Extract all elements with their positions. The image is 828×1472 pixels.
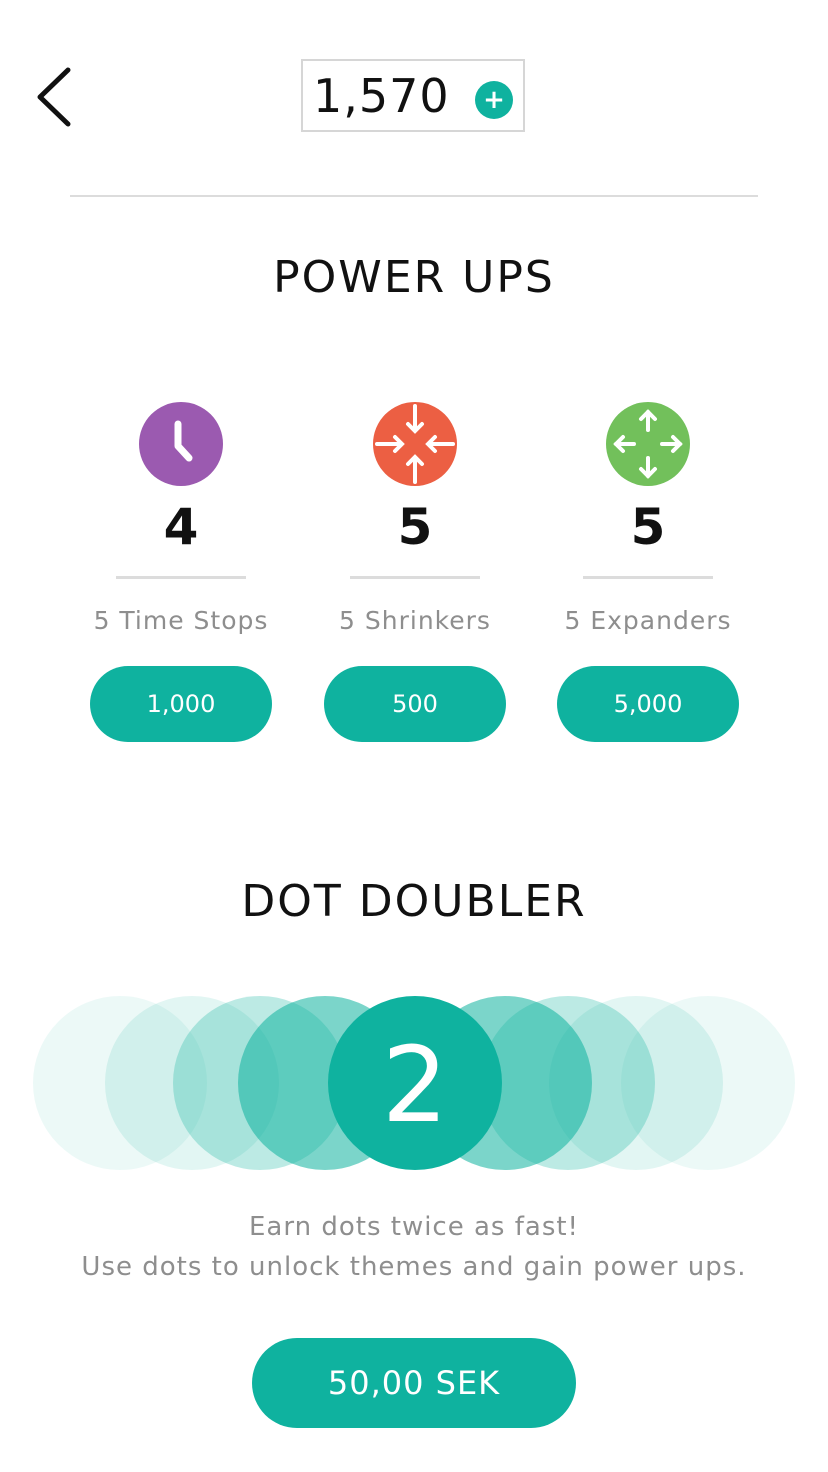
clock-icon: [139, 402, 223, 486]
multiplier-value: 2: [382, 1024, 448, 1146]
buy-time-stops-button[interactable]: 1,000: [90, 666, 272, 742]
shrink-arrows-icon: [373, 402, 457, 486]
buy-dot-doubler-button[interactable]: 50,00 SEK: [252, 1338, 576, 1428]
buy-expanders-button[interactable]: 5,000: [557, 666, 739, 742]
add-dots-button[interactable]: +: [475, 81, 513, 119]
powerup-expanders: 5 5 Expanders 5,000: [531, 402, 765, 747]
powerup-count: 5: [397, 498, 433, 556]
dots-balance: 1,570 +: [301, 59, 525, 132]
dot-doubler-description-line2: Use dots to unlock themes and gain power…: [81, 1252, 747, 1282]
divider: [350, 576, 480, 579]
powerup-count: 4: [163, 498, 199, 556]
powerups-title: POWER UPS: [273, 252, 555, 303]
powerup-count: 5: [630, 498, 666, 556]
powerup-time-stops: 4 5 Time Stops 1,000: [64, 402, 298, 747]
dot-doubler-description-line1: Earn dots twice as fast!: [249, 1212, 579, 1242]
back-button[interactable]: [30, 62, 84, 132]
divider: [116, 576, 246, 579]
powerup-description: 5 Shrinkers: [339, 606, 491, 635]
chevron-left-icon: [37, 67, 71, 127]
buy-shrinkers-button[interactable]: 500: [324, 666, 506, 742]
powerup-description: 5 Expanders: [564, 606, 732, 635]
powerup-description: 5 Time Stops: [93, 606, 269, 635]
header-divider: [70, 195, 758, 197]
powerup-shrinkers: 5 5 Shrinkers 500: [298, 402, 532, 747]
expand-arrows-icon: [606, 402, 690, 486]
dot-doubler-graphic: 2: [33, 996, 795, 1170]
dot-doubler-title: DOT DOUBLER: [241, 876, 587, 927]
divider: [583, 576, 713, 579]
dots-balance-value: 1,570: [313, 69, 450, 123]
